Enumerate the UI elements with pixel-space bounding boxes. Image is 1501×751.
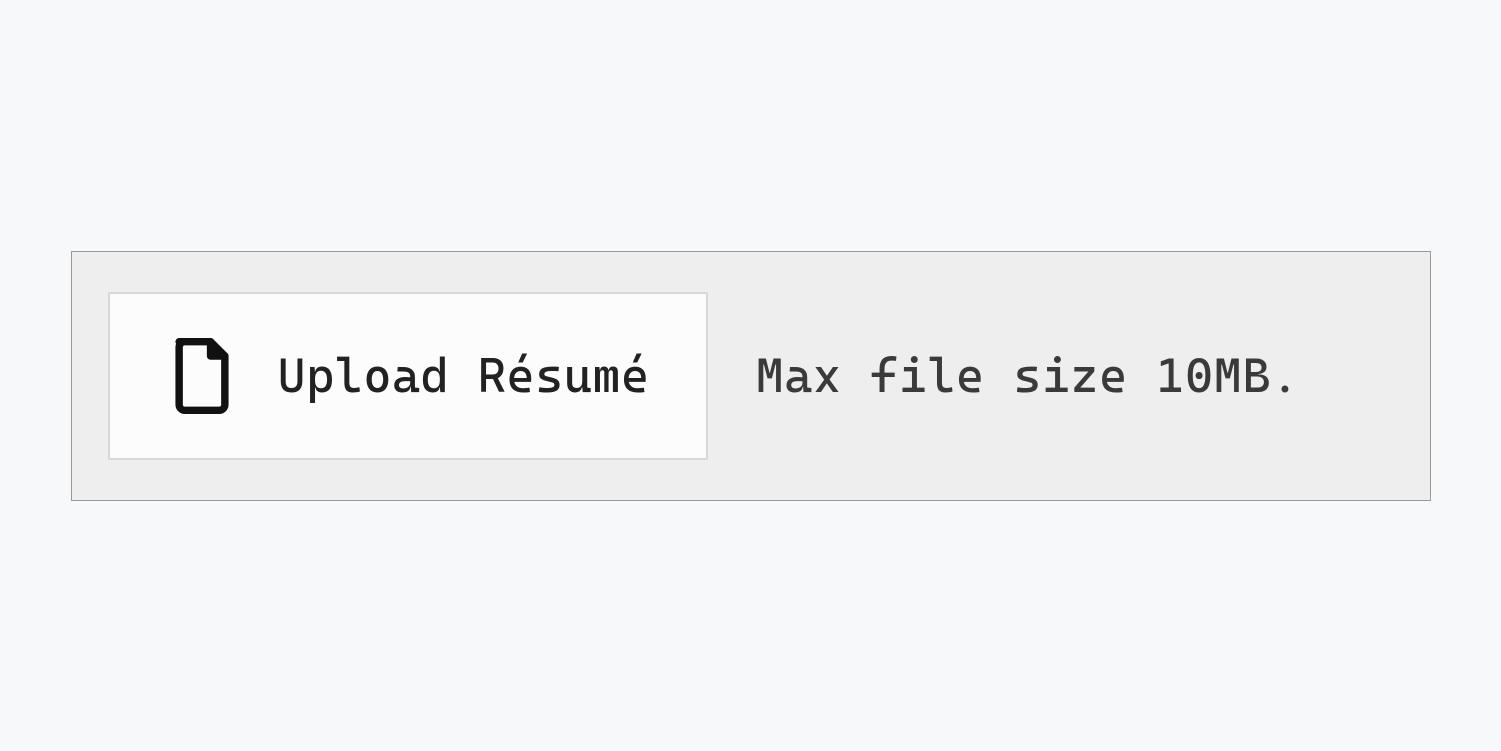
upload-resume-button[interactable]: Upload Résumé: [108, 292, 708, 460]
upload-panel: Upload Résumé Max file size 10MB.: [71, 251, 1431, 501]
upload-hint-text: Max file size 10MB.: [756, 348, 1300, 404]
file-icon: [166, 336, 238, 416]
upload-button-label: Upload Résumé: [278, 348, 650, 404]
